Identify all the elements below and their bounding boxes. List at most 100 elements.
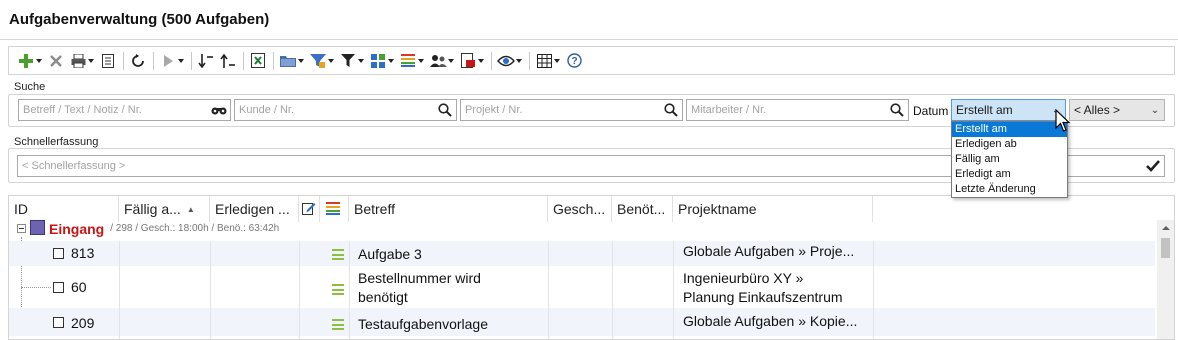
- row-projekt: Globale Aufgaben » Kopie...: [683, 313, 858, 329]
- chevron-down-icon[interactable]: [447, 52, 455, 70]
- group-name: Eingang: [49, 220, 105, 237]
- datum-select[interactable]: Erstellt am ⌄: [951, 99, 1066, 121]
- funnel-color-icon: [309, 52, 327, 70]
- export-icon: [99, 52, 117, 70]
- search-group-label: Suche: [14, 81, 46, 93]
- betreff-search-input[interactable]: [19, 100, 208, 120]
- column-header-label: Betreff: [354, 201, 395, 217]
- column-header-faellig[interactable]: Fällig a... ▲: [119, 196, 210, 222]
- datum-option-faellig-am[interactable]: Fällig am: [952, 152, 1067, 167]
- eye-icon: [497, 52, 515, 70]
- projekt-search-input[interactable]: [461, 100, 660, 120]
- sort-desc-button[interactable]: [197, 50, 215, 72]
- chevron-down-icon[interactable]: [327, 52, 335, 70]
- row-projekt-line1: Ingenieurbüro XY »: [683, 270, 804, 286]
- datum-option-erledigen-ab[interactable]: Erledigen ab: [952, 137, 1067, 152]
- datum-option-erstellt-am[interactable]: Erstellt am: [952, 122, 1067, 137]
- mitarbeiter-search-input[interactable]: [687, 100, 886, 120]
- column-header-notes[interactable]: [299, 196, 320, 222]
- row-checkbox[interactable]: [53, 317, 64, 328]
- chevron-down-icon[interactable]: [177, 52, 185, 70]
- excel-button[interactable]: [249, 50, 267, 72]
- refresh-button[interactable]: [129, 50, 147, 72]
- column-header-erledigen[interactable]: Erledigen ...: [210, 196, 299, 222]
- table-row[interactable]: 813 Aufgabe 3 Globale Aufgaben » Proje..…: [9, 241, 1155, 266]
- search-icon[interactable]: [434, 100, 456, 120]
- pdf-button[interactable]: [459, 50, 485, 72]
- table-row[interactable]: 60 Bestellnummer wird benötigt Ingenieur…: [9, 266, 1155, 308]
- delete-icon: [47, 52, 65, 70]
- search-icon[interactable]: [660, 100, 682, 120]
- chevron-down-icon[interactable]: [357, 52, 365, 70]
- checkmark-icon[interactable]: [1142, 156, 1164, 176]
- projekt-search-field[interactable]: [460, 99, 683, 121]
- run-button[interactable]: [159, 50, 185, 72]
- sort-asc-button[interactable]: [219, 50, 237, 72]
- toolbar-separator: [491, 51, 492, 70]
- column-header-betreff[interactable]: Betreff: [349, 196, 548, 222]
- row-checkbox[interactable]: [53, 248, 64, 259]
- view-button[interactable]: [497, 50, 523, 72]
- scroll-up-icon[interactable]: [1157, 220, 1174, 236]
- refresh-icon: [129, 52, 147, 70]
- chevron-down-icon[interactable]: [553, 52, 561, 70]
- range-select[interactable]: < Alles > ⌄: [1069, 99, 1165, 121]
- group-row-eingang[interactable]: Eingang / 298 / Gesch.: 18:00h / Benö.: …: [9, 219, 1155, 238]
- column-header-priority[interactable]: [320, 196, 349, 222]
- search-icon[interactable]: [886, 100, 908, 120]
- group-color-icon: [30, 219, 45, 238]
- excel-icon: [249, 52, 267, 70]
- betreff-search-field[interactable]: [18, 99, 231, 121]
- chevron-down-icon[interactable]: [387, 52, 395, 70]
- kunde-search-field[interactable]: [234, 99, 457, 121]
- binoculars-icon[interactable]: [208, 100, 230, 120]
- priority-colors-icon: [326, 201, 340, 218]
- column-header-gesch[interactable]: Gesch...: [548, 196, 612, 222]
- apps-button[interactable]: [369, 50, 395, 72]
- row-betreff: Testaufgabenvorlage: [358, 316, 488, 332]
- chevron-down-icon[interactable]: [515, 52, 523, 70]
- export-button[interactable]: [99, 50, 117, 72]
- title-bar: Aufgabenverwaltung (500 Aufgaben): [0, 0, 1178, 40]
- help-icon: ?: [565, 52, 583, 70]
- users-button[interactable]: [429, 50, 455, 72]
- help-button[interactable]: ?: [565, 50, 583, 72]
- datum-dropdown-list: Erstellt am Erledigen ab Fällig am Erled…: [951, 121, 1068, 198]
- collapse-icon[interactable]: [17, 222, 26, 236]
- column-header-label: Projektname: [678, 201, 757, 217]
- column-header-benoet[interactable]: Benöt...: [612, 196, 673, 222]
- chevron-down-icon[interactable]: [417, 52, 425, 70]
- print-button[interactable]: [69, 50, 95, 72]
- chevron-down-icon[interactable]: [87, 52, 95, 70]
- datum-select-value: Erstellt am: [956, 103, 1013, 117]
- filter-button[interactable]: [339, 50, 365, 72]
- delete-button[interactable]: [47, 50, 65, 72]
- chevron-down-icon[interactable]: ⌄: [1146, 105, 1164, 116]
- colors-icon: [399, 52, 417, 70]
- chevron-down-icon[interactable]: [35, 52, 43, 70]
- vertical-scrollbar[interactable]: [1157, 220, 1174, 339]
- colors-button[interactable]: [399, 50, 425, 72]
- datum-option-letzte-aenderung[interactable]: Letzte Änderung: [952, 182, 1067, 197]
- mitarbeiter-search-field[interactable]: [686, 99, 909, 121]
- datum-option-erledigt-am[interactable]: Erledigt am: [952, 167, 1067, 182]
- column-divider: [210, 241, 211, 339]
- kunde-search-input[interactable]: [235, 100, 434, 120]
- row-checkbox[interactable]: [53, 282, 64, 293]
- run-icon: [159, 52, 177, 70]
- column-header-id[interactable]: ID: [9, 196, 119, 222]
- column-divider: [548, 241, 549, 339]
- group-summary: / 298 / Gesch.: 18:00h / Benö.: 63:42h: [110, 223, 280, 234]
- chevron-down-icon[interactable]: [297, 52, 305, 70]
- priority-icon: [332, 284, 344, 295]
- column-header-label: Benöt...: [617, 201, 666, 217]
- column-header-projektname[interactable]: Projektname: [673, 196, 873, 222]
- columns-button[interactable]: [535, 50, 561, 72]
- scrollbar-thumb[interactable]: [1161, 238, 1170, 258]
- color-filter-button[interactable]: [309, 50, 335, 72]
- chevron-down-icon[interactable]: [477, 52, 485, 70]
- row-betreff: Aufgabe 3: [358, 246, 422, 262]
- folder-button[interactable]: [279, 50, 305, 72]
- add-button[interactable]: [17, 50, 43, 72]
- table-row[interactable]: 209 Testaufgabenvorlage Globale Aufgaben…: [9, 308, 1155, 336]
